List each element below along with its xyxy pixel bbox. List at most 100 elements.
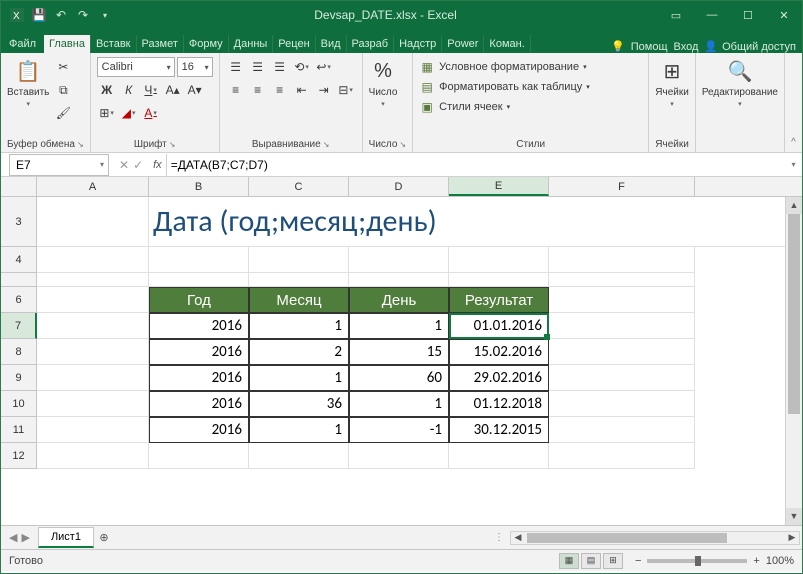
conditional-formatting-button[interactable]: ▦Условное форматирование▾ [419,57,586,77]
align-center-icon[interactable]: ≡ [248,80,268,100]
tab-view[interactable]: Вид [316,35,347,53]
align-bottom-icon[interactable]: ☰ [270,57,290,77]
scroll-down-icon[interactable]: ▼ [786,508,802,525]
hscroll-thumb[interactable] [527,533,727,543]
align-top-icon[interactable]: ☰ [226,57,246,77]
editing-button[interactable]: 🔍 Редактирование ▾ [702,57,778,108]
cell-f6[interactable] [549,287,695,313]
tab-file[interactable]: Файл [1,35,44,53]
zoom-out-button[interactable]: − [635,555,641,567]
row-header-11[interactable]: 11 [1,417,37,443]
cell-a4[interactable] [37,247,149,273]
cell-a5[interactable] [37,273,149,287]
align-right-icon[interactable]: ≡ [270,80,290,100]
cell-f12[interactable] [549,443,695,469]
formula-input[interactable]: =ДАТА(B7;C7;D7) [166,154,785,176]
redo-icon[interactable]: ↷ [75,7,91,23]
share-button[interactable]: 👤 Общий доступ [704,40,796,53]
sheet-tab-1[interactable]: Лист1 [38,527,94,548]
col-header-b[interactable]: B [149,177,249,196]
col-header-d[interactable]: D [349,177,449,196]
cut-icon[interactable]: ✂ [53,57,73,77]
tell-me[interactable]: Помощ [631,41,668,53]
normal-view-icon[interactable]: ▦ [559,553,579,569]
select-all-corner[interactable] [1,177,37,196]
format-painter-icon[interactable]: 🖌 [53,103,73,123]
cell-e6-header[interactable]: Результат [449,287,549,313]
cell-d6-header[interactable]: День [349,287,449,313]
tab-split-handle[interactable]: ⋮ [494,532,504,543]
cell-a7[interactable] [37,313,149,339]
name-box[interactable]: E7▾ [9,154,109,176]
cell-c8[interactable]: 2 [249,339,349,365]
font-grow-icon[interactable]: A▴ [163,80,183,100]
underline-button[interactable]: Ч [141,80,161,100]
save-icon[interactable]: 💾 [31,7,47,23]
expand-formula-icon[interactable]: ▾ [785,160,802,169]
cancel-formula-icon[interactable]: ✕ [119,158,129,172]
col-header-e[interactable]: E [449,177,549,196]
cell-c10[interactable]: 36 [249,391,349,417]
spreadsheet-grid[interactable]: A B C D E F 3 4 6 7 8 9 10 11 12 Дата (г… [1,177,802,525]
collapse-ribbon-icon[interactable]: ^ [784,53,802,152]
cell-c9[interactable]: 1 [249,365,349,391]
row-header-4[interactable]: 4 [1,247,37,273]
cell-b7[interactable]: 2016 [149,313,249,339]
zoom-knob[interactable] [695,556,701,566]
cell-c12[interactable] [249,443,349,469]
merge-icon[interactable]: ⊟ [336,80,356,100]
sign-in[interactable]: Вход [674,41,699,53]
new-sheet-button[interactable]: ⊕ [94,531,114,544]
tab-dev[interactable]: Разраб [347,35,395,53]
cell-a8[interactable] [37,339,149,365]
cell-b8[interactable]: 2016 [149,339,249,365]
cell-d7[interactable]: 1 [349,313,449,339]
cell-b6-header[interactable]: Год [149,287,249,313]
cell-b10[interactable]: 2016 [149,391,249,417]
cell-f9[interactable] [549,365,695,391]
cell-a3[interactable] [37,197,149,247]
cell-b9[interactable]: 2016 [149,365,249,391]
tab-home[interactable]: Главна [44,35,91,53]
cell-d12[interactable] [349,443,449,469]
hscroll-right-icon[interactable]: ▶ [785,532,799,543]
cell-d9[interactable]: 60 [349,365,449,391]
cell-c4[interactable] [249,247,349,273]
indent-increase-icon[interactable]: ⇥ [314,80,334,100]
cell-b3-title[interactable]: Дата (год;месяц;день) [149,197,549,247]
row-header-5[interactable] [1,273,37,287]
close-button[interactable]: ✕ [766,1,802,29]
align-launcher-icon[interactable]: ↘ [323,140,330,149]
cell-e11[interactable]: 30.12.2015 [449,417,549,443]
cell-f8[interactable] [549,339,695,365]
bold-button[interactable]: Ж [97,80,117,100]
border-icon[interactable]: ⊞ [97,103,117,123]
cell-b11[interactable]: 2016 [149,417,249,443]
accept-formula-icon[interactable]: ✓ [133,158,143,172]
tab-data[interactable]: Данны [229,35,274,53]
paste-button[interactable]: 📋 Вставить ▾ [7,57,49,108]
cell-e9[interactable]: 29.02.2016 [449,365,549,391]
row-header-10[interactable]: 10 [1,391,37,417]
row-header-12[interactable]: 12 [1,443,37,469]
zoom-slider[interactable] [647,559,747,563]
copy-icon[interactable]: ⧉ [53,80,73,100]
align-middle-icon[interactable]: ☰ [248,57,268,77]
scroll-thumb[interactable] [788,214,800,414]
col-header-c[interactable]: C [249,177,349,196]
row-header-6[interactable]: 6 [1,287,37,313]
format-as-table-button[interactable]: ▤Форматировать как таблицу▾ [419,77,590,97]
cell-f11[interactable] [549,417,695,443]
cell-a11[interactable] [37,417,149,443]
sheet-nav-next-icon[interactable]: ▶ [21,531,29,544]
cell-b12[interactable] [149,443,249,469]
cell-f3[interactable] [549,197,802,247]
font-color-icon[interactable]: A [141,103,161,123]
cell-b5[interactable] [149,273,249,287]
cell-e5[interactable] [449,273,549,287]
clipboard-launcher-icon[interactable]: ↘ [77,140,84,149]
sheet-nav-prev-icon[interactable]: ◀ [9,531,17,544]
cell-e4[interactable] [449,247,549,273]
cell-d11[interactable]: -1 [349,417,449,443]
font-size-select[interactable]: 16 [177,57,213,77]
